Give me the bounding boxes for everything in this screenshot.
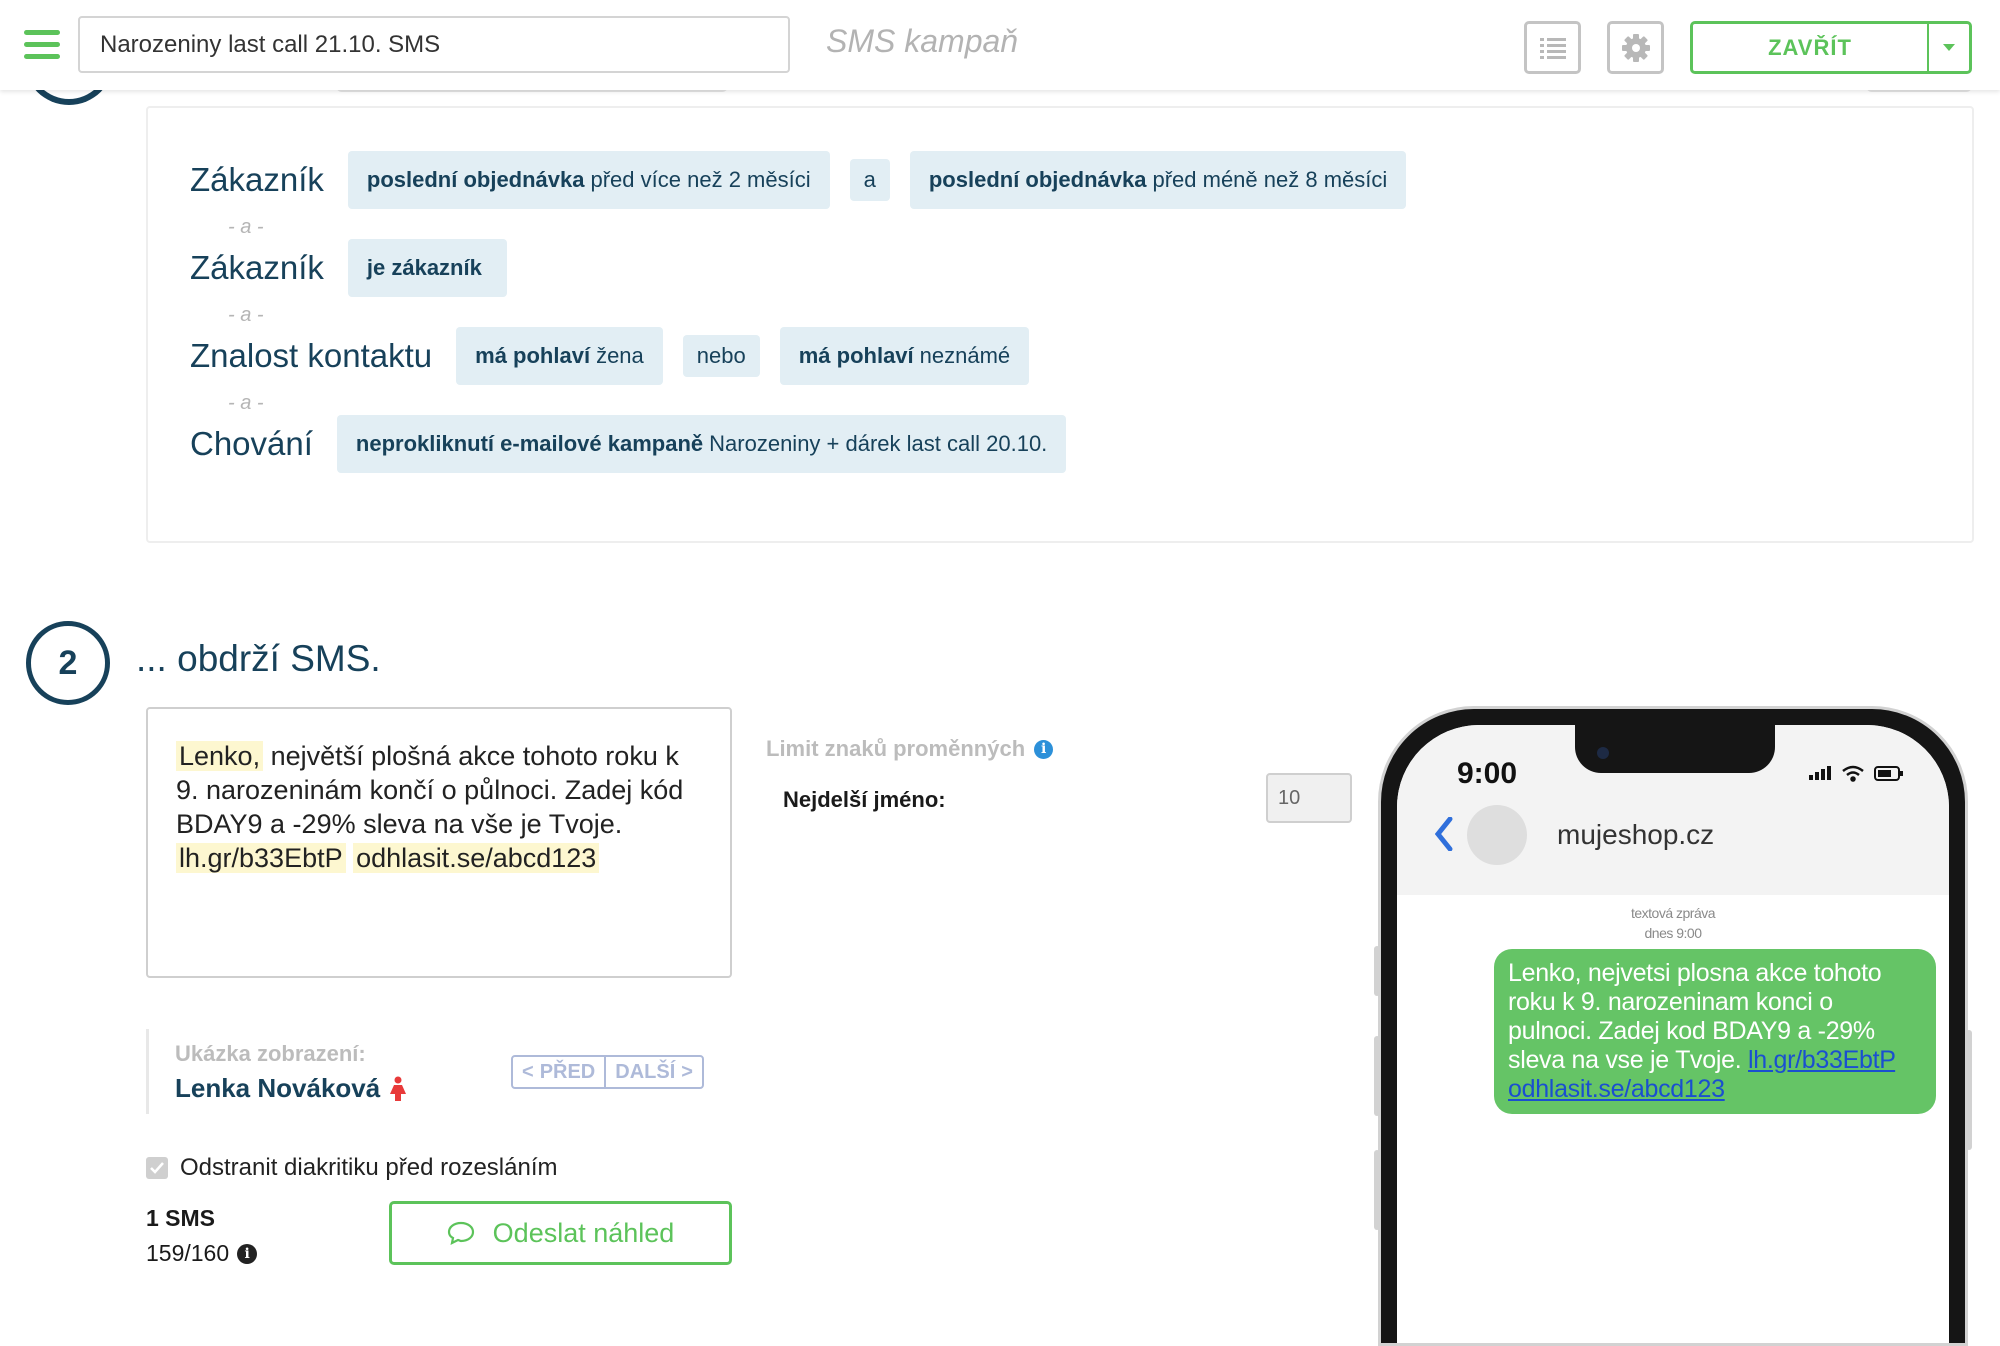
bubble-link[interactable]: lh.gr/b33EbtP	[1748, 1046, 1895, 1074]
phone-preview: 9:00 mujeshop.cz textová zpráva dnes 9:0…	[1378, 706, 1968, 1346]
sender-name: mujeshop.cz	[1557, 819, 1715, 850]
chip-condition: má pohlaví	[798, 343, 914, 368]
char-count-value: 159/160	[146, 1240, 230, 1266]
send-preview-label[interactable]: Odeslat náhled	[493, 1218, 675, 1249]
caret-down-icon	[1943, 44, 1955, 51]
info-icon[interactable]: i	[1034, 739, 1054, 759]
next-label: DALŠÍ	[615, 1060, 676, 1083]
campaign-name-input[interactable]	[78, 16, 790, 73]
phone-status-icons	[1809, 765, 1903, 782]
gear-icon	[1621, 33, 1650, 62]
filter-chip[interactable]: má pohlaví žena	[456, 327, 663, 385]
filter-chip[interactable]: má pohlaví neznámé	[779, 327, 1030, 385]
filter-row: Znalost kontaktu má pohlaví žena nebo má …	[190, 327, 1049, 385]
campaign-type-label: SMS kampaň	[826, 23, 1019, 59]
variable-short-link[interactable]: lh.gr/b33EbtP	[176, 843, 346, 873]
phone-header: 9:00 mujeshop.cz	[1397, 725, 1949, 895]
longest-name-input[interactable]	[1266, 773, 1352, 823]
filter-row-label: Chování	[190, 425, 313, 462]
chip-condition: neprokliknutí e-mailové kampaně	[355, 431, 704, 456]
filter-row-label: Znalost kontaktu	[190, 337, 433, 374]
phone-time: 9:00	[1457, 757, 1518, 790]
sms-message-editor[interactable]: Lenko, největší plošná akce tohoto roku …	[146, 707, 732, 978]
chip-condition: má pohlaví	[475, 343, 591, 368]
char-count: 159/160 i	[146, 1240, 258, 1267]
filter-chip[interactable]: poslední objednávka před méně než 8 měsíc…	[909, 151, 1407, 209]
signal-icon	[1809, 766, 1831, 780]
longest-name-label: Nejdelší jméno:	[783, 787, 946, 812]
preview-pager: < PŘED DALŠÍ >	[511, 1055, 704, 1089]
bubble-unsubscribe-link[interactable]: odhlasit.se/abcd123	[1508, 1075, 1725, 1103]
next-button[interactable]: DALŠÍ >	[606, 1057, 702, 1087]
message-time: dnes 9:00	[1644, 925, 1703, 941]
chip-value: žena	[596, 343, 644, 368]
back-chevron-icon[interactable]	[1435, 817, 1453, 851]
wifi-icon	[1842, 765, 1864, 782]
speech-bubble-icon	[447, 1221, 474, 1245]
chevron-left-icon: <	[522, 1060, 534, 1083]
close-dropdown-toggle[interactable]	[1927, 24, 1969, 71]
chip-condition: poslední objednávka	[928, 167, 1147, 192]
top-bar: SMS kampaň ZAVŘÍT	[0, 0, 2000, 90]
and-separator: - a -	[228, 392, 264, 414]
preview-caption: Ukázka zobrazení:	[175, 1041, 366, 1066]
filter-operator[interactable]: a	[849, 159, 890, 201]
camera-icon	[1597, 747, 1609, 759]
avatar	[1467, 805, 1527, 865]
variable-limit-title: Limit znaků proměnných	[766, 736, 1026, 761]
chip-value: před méně než 8 měsíci	[1152, 167, 1388, 192]
list-view-button[interactable]	[1524, 21, 1581, 74]
info-icon[interactable]: i	[237, 1243, 258, 1264]
variable-unsubscribe-link[interactable]: odhlasit.se/abcd123	[353, 843, 600, 873]
female-icon	[390, 1076, 407, 1101]
menu-icon[interactable]	[24, 30, 60, 60]
filter-chip[interactable]: poslední objednávka před více než 2 měsíc…	[347, 151, 830, 209]
previous-label: PŘED	[539, 1060, 596, 1083]
preview-contact: Lenka Nováková	[175, 1073, 408, 1104]
step-2-title: ... obdrží SMS.	[136, 638, 381, 679]
step-2-badge: 2	[26, 621, 110, 705]
chip-condition: je zákazník	[366, 255, 482, 280]
settings-button[interactable]	[1607, 21, 1664, 74]
segment-filter-box: Zákazník poslední objednávka před více ne…	[146, 106, 1974, 543]
chip-value: neznámé	[919, 343, 1011, 368]
close-button-label[interactable]: ZAVŘÍT	[1693, 24, 1927, 71]
chip-value: Narozeniny + dárek last call 20.10.	[709, 431, 1048, 456]
preview-block: Ukázka zobrazení: Lenka Nováková < PŘED D…	[146, 1029, 746, 1114]
close-button[interactable]: ZAVŘÍT	[1690, 21, 1972, 74]
filter-row: Zákazník je zákazník	[190, 239, 527, 297]
check-icon	[150, 1162, 164, 1174]
phone-screen: 9:00 mujeshop.cz textová zpráva dnes 9:0…	[1397, 725, 1949, 1343]
sms-bubble: Lenko, nejvetsi plosna akce tohoto roku …	[1494, 949, 1936, 1114]
filter-row: Zákazník poslední objednávka před více ne…	[190, 151, 1426, 209]
filter-row: Chování neprokliknutí e-mailové kampaně N…	[190, 415, 1086, 473]
variable-limit-section: Limit znaků proměnných i	[766, 736, 1054, 762]
preview-contact-name: Lenka Nováková	[175, 1073, 381, 1103]
filter-row-label: Zákazník	[190, 161, 324, 198]
battery-icon	[1874, 766, 1903, 781]
filter-chip[interactable]: je zákazník	[347, 239, 507, 297]
remove-diacritics-label[interactable]: Odstranit diakritiku před rozesláním	[180, 1154, 557, 1182]
send-preview-button[interactable]: Odeslat náhled	[389, 1201, 732, 1265]
variable-first-name[interactable]: Lenko,	[176, 741, 264, 771]
chevron-right-icon: >	[681, 1060, 693, 1083]
remove-diacritics-checkbox[interactable]	[146, 1157, 168, 1179]
filter-operator[interactable]: nebo	[682, 335, 760, 377]
previous-button[interactable]: < PŘED	[513, 1057, 604, 1087]
filter-chip[interactable]: neprokliknutí e-mailové kampaně Narozenin…	[336, 415, 1067, 473]
chip-condition: poslední objednávka	[366, 167, 585, 192]
and-separator: - a -	[228, 216, 264, 238]
chip-value: před více než 2 měsíci	[590, 167, 811, 192]
sms-count: 1 SMS	[146, 1205, 216, 1231]
and-separator: - a -	[228, 304, 264, 326]
filter-row-label: Zákazník	[190, 249, 324, 286]
list-icon	[1539, 37, 1566, 59]
message-type: textová zpráva	[1630, 905, 1716, 921]
